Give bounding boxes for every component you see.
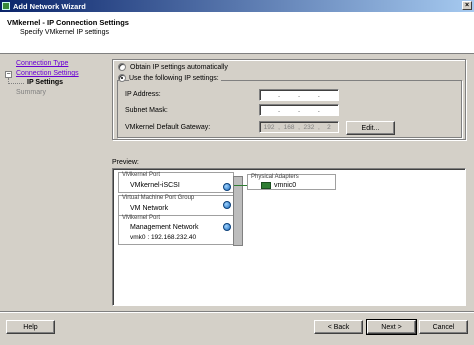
step-ip-settings: IP Settings: [27, 79, 64, 86]
port-detail: vmk0 : 192.168.232.40: [130, 234, 197, 241]
port-group-box: Virtual Machine Port Group VM Network: [118, 195, 234, 216]
step-summary: Summary: [16, 89, 46, 96]
cancel-button[interactable]: Cancel: [419, 320, 468, 334]
title-bar: Add Network Wizard ×: [0, 0, 474, 12]
close-button[interactable]: ×: [462, 1, 472, 10]
subnet-mask-label: Subnet Mask:: [125, 107, 168, 114]
port-name: VMkernel-iSCSI: [130, 182, 180, 189]
adapters-header: Physical Adapters: [251, 174, 299, 180]
network-wizard-icon: [2, 2, 10, 10]
port-group-box: VMkernel Port VMkernel-iSCSI: [118, 172, 234, 193]
ip-address-label: IP Address:: [125, 91, 161, 98]
port-name: Management Network: [130, 224, 199, 231]
octet: 232: [303, 123, 315, 131]
octet: 2: [327, 123, 331, 131]
adapter-name: vmnic0: [274, 182, 297, 189]
port-group-box: VMkernel Port Management Network vmk0 : …: [118, 215, 234, 245]
physical-adapters-box: Physical Adapters vmnic0: [247, 174, 336, 190]
port-type-label: VMkernel Port: [122, 215, 161, 221]
nic-icon: [261, 182, 271, 189]
window-title: Add Network Wizard: [13, 1, 86, 11]
octet: 168: [283, 123, 295, 131]
gateway-label: VMkernel Default Gateway:: [125, 124, 211, 131]
network-preview: VMkernel Port VMkernel-iSCSI Virtual Mac…: [112, 168, 466, 306]
subnet-mask-input[interactable]: . . .: [259, 104, 339, 116]
obtain-auto-radio[interactable]: [118, 63, 126, 71]
port-type-label: Virtual Machine Port Group: [122, 195, 195, 201]
use-following-radio[interactable]: [118, 74, 126, 82]
use-following-label[interactable]: Use the following IP settings:: [129, 75, 221, 82]
step-connection-type[interactable]: Connection Type: [16, 60, 68, 67]
octet: 192: [263, 123, 275, 131]
uplink-connector: [234, 185, 248, 186]
preview-label: Preview:: [112, 159, 139, 166]
page-title: VMkernel - IP Connection Settings: [7, 18, 129, 27]
collapse-toggle[interactable]: −: [5, 71, 12, 78]
wizard-header: VMkernel - IP Connection Settings Specif…: [0, 12, 474, 54]
help-button[interactable]: Help: [6, 320, 55, 334]
edit-gateway-button[interactable]: Edit...: [346, 121, 395, 135]
obtain-auto-label[interactable]: Obtain IP settings automatically: [130, 64, 228, 71]
tree-line: [8, 83, 24, 84]
back-button[interactable]: < Back: [314, 320, 363, 334]
ip-address-input[interactable]: . . .: [259, 89, 339, 101]
footer-separator: [0, 311, 474, 313]
vswitch-bar: [233, 176, 243, 246]
globe-icon: [223, 183, 231, 191]
globe-icon: [223, 223, 231, 231]
port-name: VM Network: [130, 205, 169, 212]
port-type-label: VMkernel Port: [122, 172, 161, 178]
globe-icon: [223, 201, 231, 209]
gateway-input: 192, 168, 232, 2: [259, 121, 339, 133]
step-connection-settings[interactable]: Connection Settings: [16, 70, 79, 77]
next-button[interactable]: Next >: [366, 319, 417, 335]
page-subtitle: Specify VMkernel IP settings: [20, 29, 109, 36]
